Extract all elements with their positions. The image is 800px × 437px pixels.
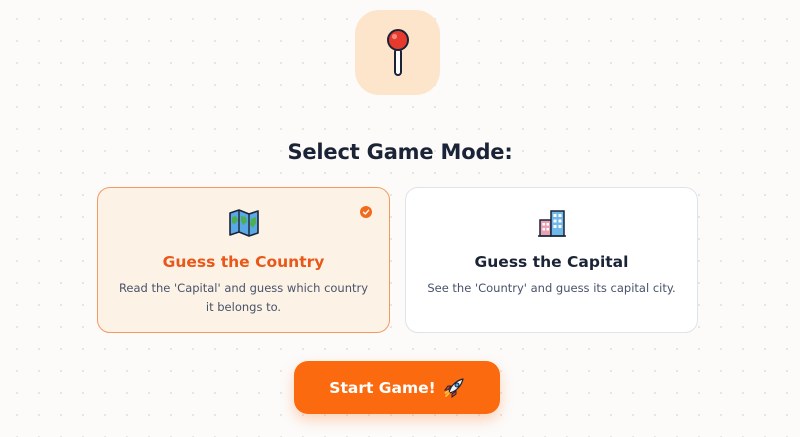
start-game-button[interactable]: Start Game! xyxy=(294,361,500,414)
mode-description: See the 'Country' and guess its capital … xyxy=(427,281,676,295)
start-button-label: Start Game! xyxy=(329,378,436,397)
world-map-icon xyxy=(228,209,259,237)
page-title: Select Game Mode: xyxy=(287,140,513,164)
rocket-icon xyxy=(443,377,464,398)
mode-title: Guess the Capital xyxy=(474,253,629,271)
mode-title: Guess the Country xyxy=(162,253,325,271)
pushpin-icon xyxy=(386,28,409,76)
city-buildings-icon xyxy=(537,210,566,237)
mode-card-guess-country[interactable]: Guess the Country Read the 'Capital' and… xyxy=(97,187,390,333)
mode-description: Read the 'Capital' and guess which count… xyxy=(118,281,369,314)
mode-card-guess-capital[interactable]: Guess the Capital See the 'Country' and … xyxy=(405,187,698,333)
app-logo xyxy=(355,10,440,95)
